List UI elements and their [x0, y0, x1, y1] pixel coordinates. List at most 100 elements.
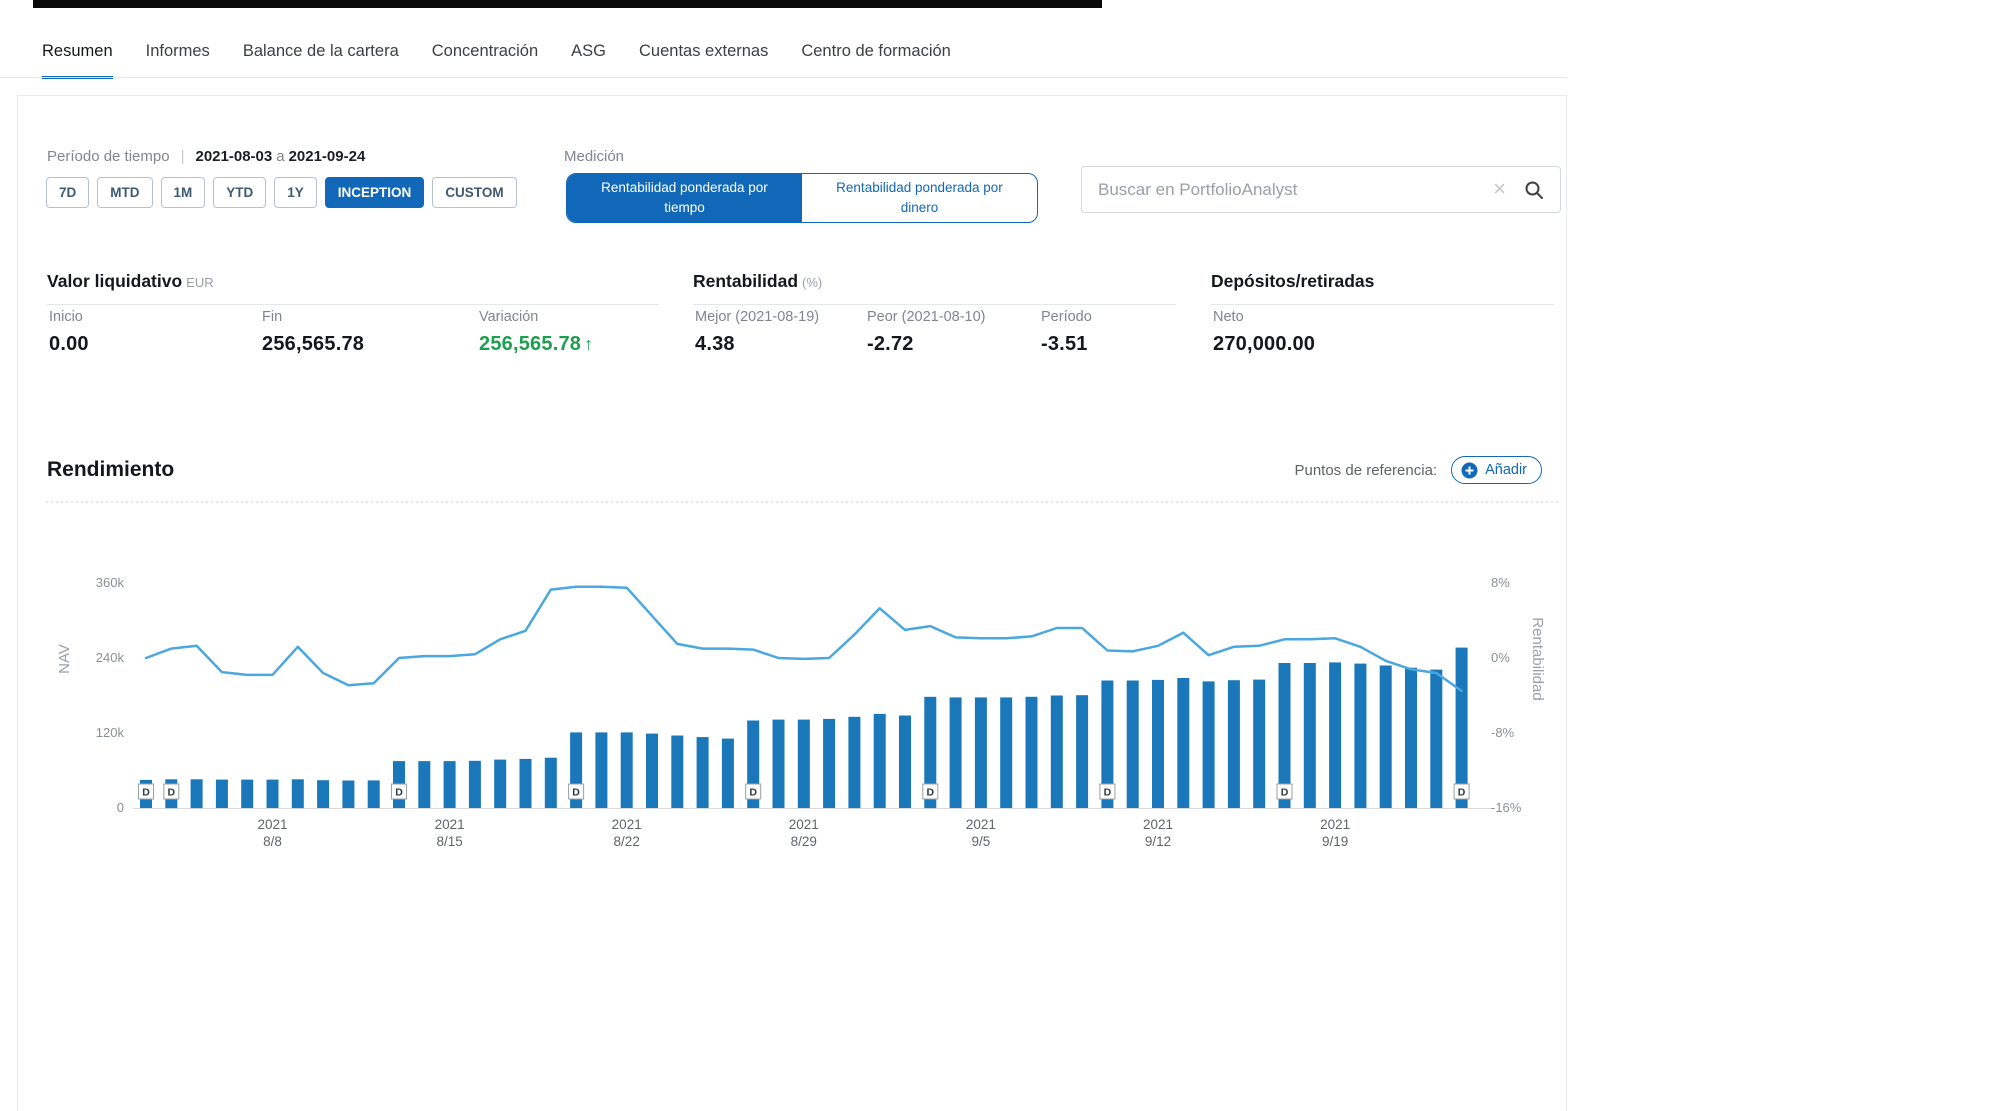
search-input[interactable] — [1082, 167, 1487, 212]
svg-text:0: 0 — [117, 800, 124, 815]
svg-text:D: D — [1281, 787, 1289, 799]
performance-title: Rendimiento — [47, 458, 174, 482]
section-rule — [1211, 304, 1554, 305]
measurement-toggle: Rentabilidad ponderada por tiempo Rentab… — [566, 173, 1038, 223]
stat-mejor: Mejor (2021-08-19) 4.38 — [695, 309, 819, 356]
deposits-section: Depósitos/retiradas Neto 270,000.00 — [1211, 271, 1554, 305]
period-range-separator: a — [272, 148, 288, 165]
stat-inicio-value: 0.00 — [49, 333, 89, 356]
tab-balance-cartera[interactable]: Balance de la cartera — [243, 42, 399, 79]
stat-peor-label: Peor (2021-08-10) — [867, 309, 986, 325]
svg-text:2021: 2021 — [966, 817, 996, 832]
period-start-date: 2021-08-03 — [195, 148, 272, 165]
svg-text:240k: 240k — [96, 650, 125, 665]
section-rule — [693, 304, 1176, 305]
benchmarks-label: Puntos de referencia: — [1294, 462, 1437, 479]
stat-periodo-label: Período — [1041, 309, 1092, 325]
period-button-1m[interactable]: 1M — [161, 177, 206, 208]
measurement-option-time-weighted[interactable]: Rentabilidad ponderada por tiempo — [567, 174, 802, 222]
svg-text:2021: 2021 — [1320, 817, 1350, 832]
svg-text:Rentabilidad: Rentabilidad — [1529, 617, 1546, 700]
tab-concentracion[interactable]: Concentración — [432, 42, 538, 79]
return-title-text: Rentabilidad — [693, 271, 798, 291]
tab-asg[interactable]: ASG — [571, 42, 606, 79]
nav-value-section: Valor liquidativoEUR Inicio 0.00 Fin 256… — [47, 271, 659, 305]
stat-neto: Neto 270,000.00 — [1213, 309, 1315, 356]
main-nav-tabs: Resumen Informes Balance de la cartera C… — [42, 42, 951, 79]
svg-text:2021: 2021 — [612, 817, 642, 832]
svg-text:9/12: 9/12 — [1145, 834, 1171, 849]
svg-text:-8%: -8% — [1491, 725, 1515, 740]
section-rule — [47, 304, 659, 305]
stat-fin-label: Fin — [262, 309, 364, 325]
stat-neto-label: Neto — [1213, 309, 1315, 325]
stat-fin-value: 256,565.78 — [262, 333, 364, 356]
svg-text:9/5: 9/5 — [972, 834, 991, 849]
tabs-divider — [0, 77, 1567, 78]
tab-resumen[interactable]: Resumen — [42, 42, 113, 79]
tab-centro-formacion[interactable]: Centro de formación — [801, 42, 951, 79]
svg-text:D: D — [1104, 787, 1112, 799]
svg-text:D: D — [749, 787, 757, 799]
nav-value-unit: EUR — [186, 275, 213, 290]
svg-text:9/19: 9/19 — [1322, 834, 1348, 849]
svg-text:2021: 2021 — [1143, 817, 1173, 832]
period-button-mtd[interactable]: MTD — [97, 177, 152, 208]
stat-peor-value: -2.72 — [867, 333, 986, 356]
return-unit: (%) — [802, 275, 822, 290]
search-box: × — [1081, 166, 1561, 213]
stat-peor: Peor (2021-08-10) -2.72 — [867, 309, 986, 356]
svg-text:8%: 8% — [1491, 575, 1510, 590]
period-button-1y[interactable]: 1Y — [274, 177, 317, 208]
period-button-custom[interactable]: CUSTOM — [432, 177, 516, 208]
tab-cuentas-externas[interactable]: Cuentas externas — [639, 42, 768, 79]
svg-text:D: D — [142, 787, 150, 799]
svg-text:D: D — [1458, 787, 1466, 799]
svg-text:-16%: -16% — [1491, 800, 1522, 815]
stat-periodo-value: -3.51 — [1041, 333, 1092, 356]
search-icon[interactable] — [1520, 180, 1560, 200]
add-benchmark-button[interactable]: Añadir — [1451, 456, 1542, 484]
label-divider: | — [170, 148, 196, 165]
benchmark-controls: Puntos de referencia: Añadir — [1294, 456, 1542, 484]
tab-informes[interactable]: Informes — [146, 42, 210, 79]
svg-text:NAV: NAV — [56, 644, 73, 674]
period-button-group: 7D MTD 1M YTD 1Y INCEPTION CUSTOM — [46, 177, 517, 208]
top-black-bar — [33, 0, 1102, 8]
stat-fin: Fin 256,565.78 — [262, 309, 364, 356]
clear-search-icon[interactable]: × — [1487, 178, 1520, 202]
measurement-option-money-weighted[interactable]: Rentabilidad ponderada por dinero — [802, 174, 1037, 222]
up-arrow-icon: ↑ — [584, 334, 593, 354]
time-period-label-row: Período de tiempo|2021-08-03a2021-09-24 — [47, 148, 365, 165]
nav-value-title: Valor liquidativo EUR — [47, 271, 659, 292]
svg-text:120k: 120k — [96, 725, 125, 740]
nav-value-title-text: Valor liquidativo — [47, 271, 182, 291]
period-button-7d[interactable]: 7D — [46, 177, 89, 208]
stat-mejor-value: 4.38 — [695, 333, 819, 356]
stat-inicio: Inicio 0.00 — [49, 309, 89, 356]
svg-text:2021: 2021 — [435, 817, 465, 832]
stat-variacion-amount: 256,565.78 — [479, 333, 581, 355]
performance-header: Rendimiento Puntos de referencia: Añadir — [47, 456, 1542, 484]
period-button-ytd[interactable]: YTD — [213, 177, 266, 208]
svg-text:D: D — [168, 787, 176, 799]
svg-text:8/29: 8/29 — [791, 834, 817, 849]
time-period-label: Período de tiempo — [47, 148, 170, 165]
svg-text:2021: 2021 — [257, 817, 287, 832]
svg-text:D: D — [927, 787, 935, 799]
deposits-title: Depósitos/retiradas — [1211, 271, 1554, 292]
stat-mejor-label: Mejor (2021-08-19) — [695, 309, 819, 325]
svg-text:0%: 0% — [1491, 650, 1510, 665]
stat-periodo: Período -3.51 — [1041, 309, 1092, 356]
return-title: Rentabilidad (%) — [693, 271, 1176, 292]
svg-text:360k: 360k — [96, 575, 125, 590]
measurement-label: Medición — [564, 148, 624, 165]
svg-text:2021: 2021 — [789, 817, 819, 832]
stat-variacion-label: Variación — [479, 309, 593, 325]
period-button-inception[interactable]: INCEPTION — [325, 177, 425, 208]
plus-circle-icon — [1461, 462, 1478, 479]
stat-inicio-label: Inicio — [49, 309, 89, 325]
stat-neto-value: 270,000.00 — [1213, 333, 1315, 356]
main-panel: Período de tiempo|2021-08-03a2021-09-24 … — [17, 95, 1567, 1111]
stat-variacion: Variación 256,565.78↑ — [479, 309, 593, 356]
